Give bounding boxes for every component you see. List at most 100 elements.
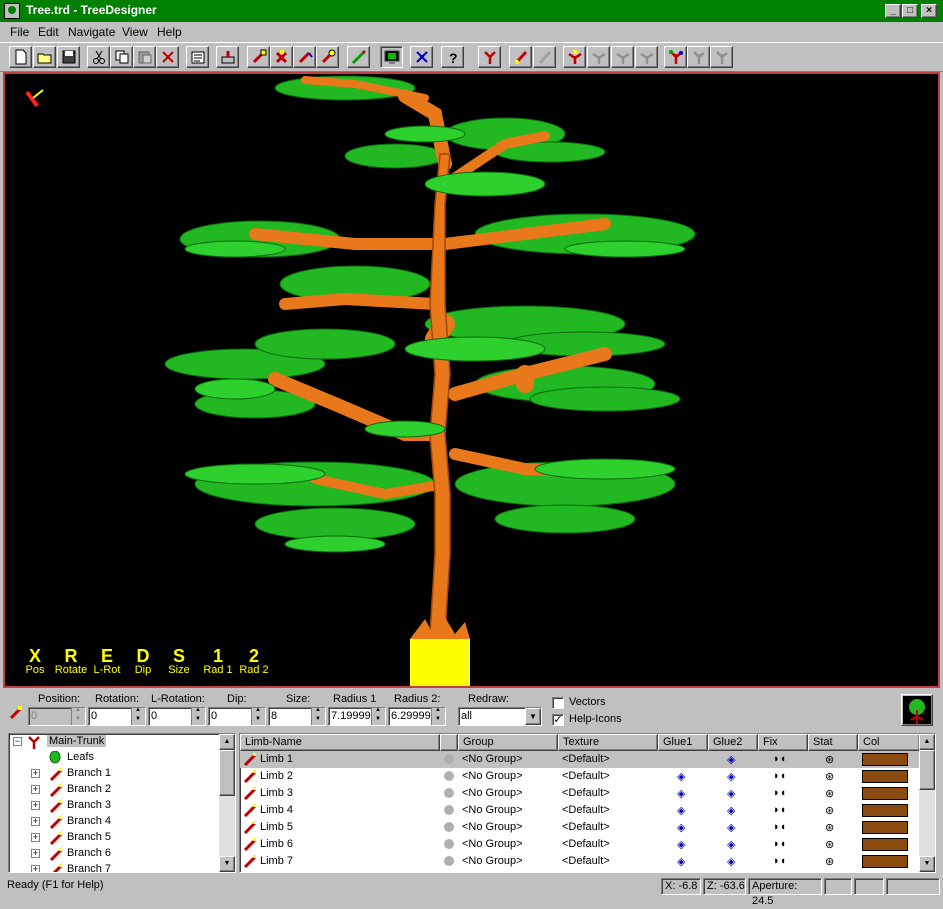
table-row[interactable]: Limb 3 <No Group> <Default> ◈ ◈ ◗◖ ⊛ xyxy=(240,785,920,802)
limb-texture[interactable]: <Default> xyxy=(562,821,610,833)
spray-4-button[interactable] xyxy=(635,46,658,68)
limb-color-swatch[interactable] xyxy=(862,770,908,783)
glue1-icon[interactable]: ◈ xyxy=(677,855,685,868)
maximize-button[interactable]: □ xyxy=(902,4,918,18)
fix-icon[interactable]: ◗◖ xyxy=(773,855,786,867)
redraw-select[interactable]: all ▼ xyxy=(458,707,542,726)
limb-tool-2-button[interactable] xyxy=(270,46,293,68)
glue1-icon[interactable]: ◈ xyxy=(677,821,685,834)
limb-group[interactable]: <No Group> xyxy=(462,821,523,833)
stat-icon[interactable]: ⊛ xyxy=(825,838,834,851)
radius1-spinner[interactable]: 7.19999 xyxy=(328,707,386,726)
glue2-icon[interactable]: ◈ xyxy=(727,804,735,817)
limb-group[interactable]: <No Group> xyxy=(462,770,523,782)
fix-icon[interactable]: ◗◖ xyxy=(773,770,786,782)
tree-item-branch-5[interactable]: + Branch 5 xyxy=(9,830,219,846)
expand-toggle[interactable]: + xyxy=(31,769,40,778)
stop-icon[interactable] xyxy=(443,821,455,833)
limb-group[interactable]: <No Group> xyxy=(462,804,523,816)
expand-toggle[interactable]: + xyxy=(31,833,40,842)
glue1-icon[interactable]: ◈ xyxy=(677,804,685,817)
paste-button[interactable] xyxy=(133,46,156,68)
move-button[interactable] xyxy=(410,46,433,68)
fix-icon[interactable]: ◗◖ xyxy=(773,753,786,765)
stop-icon[interactable] xyxy=(443,804,455,816)
column-header-stat[interactable]: Stat xyxy=(808,734,858,751)
3d-viewport[interactable]: X Pos R Rotate E L-Rot D Dip S Size 1 Ra… xyxy=(3,72,940,688)
glue2-icon[interactable]: ◈ xyxy=(727,855,735,868)
tree-item-branch-6[interactable]: + Branch 6 xyxy=(9,846,219,862)
limb-color-swatch[interactable] xyxy=(862,753,908,766)
column-header-texture[interactable]: Texture xyxy=(558,734,658,751)
wand-button[interactable] xyxy=(347,46,370,68)
limb-texture[interactable]: <Default> xyxy=(562,804,610,816)
scroll-thumb[interactable] xyxy=(219,750,235,796)
column-header-group[interactable]: Group xyxy=(458,734,558,751)
expand-toggle[interactable]: + xyxy=(31,817,40,826)
app-icon[interactable] xyxy=(4,3,20,19)
limb-tree-view[interactable]: − Main-Trunk Leafs + Branch 1 + Branch 2… xyxy=(8,733,236,873)
open-button[interactable] xyxy=(33,46,56,68)
limb-b-button[interactable] xyxy=(533,46,556,68)
fix-icon[interactable]: ◗◖ xyxy=(773,787,786,799)
menu-file[interactable]: File xyxy=(10,25,29,39)
properties-button[interactable] xyxy=(186,46,209,68)
glue1-icon[interactable]: ◈ xyxy=(677,787,685,800)
limb-texture[interactable]: <Default> xyxy=(562,838,610,850)
limb-table-scrollbar[interactable]: ▲ ▼ xyxy=(919,734,935,872)
cut-button[interactable] xyxy=(87,46,110,68)
limb-color-swatch[interactable] xyxy=(862,821,908,834)
stop-icon[interactable] xyxy=(443,855,455,867)
stat-icon[interactable]: ⊛ xyxy=(825,804,834,817)
radius2-spinner[interactable]: 6.29999 xyxy=(388,707,446,726)
glue2-icon[interactable]: ◈ xyxy=(727,770,735,783)
stat-icon[interactable]: ⊛ xyxy=(825,821,834,834)
close-button[interactable]: × xyxy=(921,4,937,18)
table-row[interactable]: Limb 7 <No Group> <Default> ◈ ◈ ◗◖ ⊛ xyxy=(240,853,920,870)
tree-item-branch-4[interactable]: + Branch 4 xyxy=(9,814,219,830)
spray-2-button[interactable] xyxy=(587,46,610,68)
limb-texture[interactable]: <Default> xyxy=(562,787,610,799)
tree-item-branch-3[interactable]: + Branch 3 xyxy=(9,798,219,814)
gray-tree-1-button[interactable] xyxy=(687,46,710,68)
limb-group[interactable]: <No Group> xyxy=(462,855,523,867)
scroll-down-icon[interactable]: ▼ xyxy=(219,856,235,872)
limb-color-swatch[interactable] xyxy=(862,838,908,851)
limb-color-swatch[interactable] xyxy=(862,787,908,800)
menu-edit[interactable]: Edit xyxy=(38,25,59,39)
scroll-up-icon[interactable]: ▲ xyxy=(919,734,935,750)
limb-texture[interactable]: <Default> xyxy=(562,770,610,782)
limb-color-swatch[interactable] xyxy=(862,855,908,868)
minimize-button[interactable]: _ xyxy=(885,4,901,18)
stop-icon[interactable] xyxy=(443,787,455,799)
spray-3-button[interactable] xyxy=(611,46,634,68)
column-header-icon[interactable] xyxy=(440,734,458,751)
copy-button[interactable] xyxy=(110,46,133,68)
l-rotation-spinner[interactable]: 0 xyxy=(148,707,206,726)
rotation-spinner[interactable]: 0 xyxy=(88,707,146,726)
glue1-icon[interactable]: ◈ xyxy=(677,770,685,783)
column-header-fix[interactable]: Fix xyxy=(758,734,808,751)
monitor-button[interactable] xyxy=(380,46,403,68)
tree-preview-button[interactable] xyxy=(901,694,933,726)
column-header-glue2[interactable]: Glue2 xyxy=(708,734,758,751)
menu-view[interactable]: View xyxy=(122,25,148,39)
vectors-checkbox[interactable] xyxy=(552,697,564,709)
expand-toggle[interactable]: + xyxy=(31,785,40,794)
stop-icon[interactable] xyxy=(443,770,455,782)
table-row[interactable]: Limb 2 <No Group> <Default> ◈ ◈ ◗◖ ⊛ xyxy=(240,768,920,785)
limb-a-button[interactable] xyxy=(509,46,532,68)
limb-group[interactable]: <No Group> xyxy=(462,838,523,850)
limb-color-swatch[interactable] xyxy=(862,804,908,817)
chevron-down-icon[interactable]: ▼ xyxy=(525,708,541,725)
tree-scrollbar[interactable]: ▲ ▼ xyxy=(219,734,235,872)
color-tree-button[interactable] xyxy=(664,46,687,68)
tree-item-branch-7[interactable]: + Branch 7 xyxy=(9,862,219,872)
stat-icon[interactable]: ⊛ xyxy=(825,753,834,766)
stat-icon[interactable]: ⊛ xyxy=(825,855,834,868)
limb-tool-3-button[interactable] xyxy=(293,46,316,68)
tree-item-leafs[interactable]: Leafs xyxy=(9,750,219,766)
scroll-down-icon[interactable]: ▼ xyxy=(919,856,935,872)
new-button[interactable] xyxy=(9,46,32,68)
glue2-icon[interactable]: ◈ xyxy=(727,787,735,800)
